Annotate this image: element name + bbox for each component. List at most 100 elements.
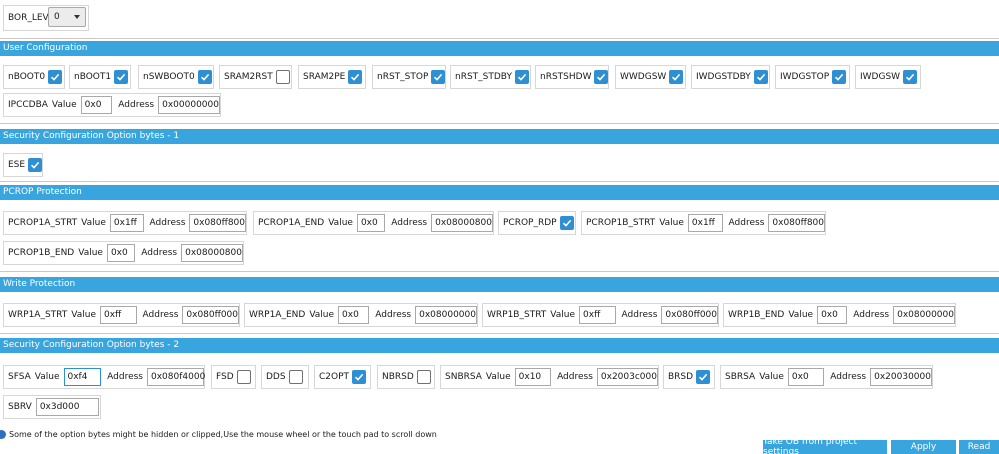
pcrop1a-end-value-input[interactable]: 0x0 (356, 214, 386, 232)
pcrop1b-end-address-input[interactable]: 0x08000800 (181, 244, 243, 262)
wrp1b-end-value-label: Value (788, 310, 814, 320)
cb-group-nrstshdw: nRSTSHDW (535, 65, 609, 89)
pcrop1a-strt-address-label: Address (149, 218, 186, 228)
nboot1-checkbox[interactable] (114, 70, 129, 84)
sfsa-address-input[interactable]: 0x080f4000 (147, 368, 205, 386)
cb-group-nboot1: nBOOT1 (69, 65, 131, 89)
check-icon (517, 73, 527, 81)
dds-checkbox[interactable] (288, 370, 303, 384)
pcrop1a-strt-value-input[interactable]: 0x1ff (109, 214, 144, 232)
sbrsa-address-input[interactable]: 0x20030000 (870, 368, 932, 386)
pcrop1b-end-group: PCROP1B_END Value 0x0 Address 0x08000800 (3, 241, 244, 265)
wrp1a-end-address-label: Address (375, 310, 412, 320)
pcrop-rdp-label: PCROP_RDP (503, 218, 557, 228)
check-icon (672, 73, 681, 81)
cb-group-wwdgsw: WWDGSW (615, 65, 686, 89)
fsd-checkbox[interactable] (236, 370, 251, 384)
pcrop1a-strt-group: PCROP1A_STRT Value 0x1ff Address 0x080ff… (3, 211, 247, 235)
check-icon (597, 73, 606, 81)
apply-button[interactable]: Apply (891, 440, 956, 454)
wrp1a-end-address-input[interactable]: 0x08000000 (415, 306, 477, 324)
info-icon (0, 430, 6, 439)
fsd-label: FSD (216, 372, 234, 382)
sbrv-group: SBRV 0x3d000 (3, 395, 101, 419)
pcrop1a-end-address-input[interactable]: 0x08000800 (431, 214, 493, 232)
cb-group-pcrop-rdp: PCROP_RDP (498, 211, 576, 235)
wwdgsw-checkbox[interactable] (669, 70, 684, 84)
divider (0, 181, 999, 182)
pcrop1b-strt-address-input[interactable]: 0x080ff800 (768, 214, 825, 232)
read-button[interactable]: Read (959, 440, 999, 454)
ipccdba-group: IPCCDBA Value 0x0 Address 0x00000000 (3, 93, 221, 117)
iwdgsw-label: IWDGSW (860, 72, 901, 82)
sbrv-input[interactable]: 0x3d000 (35, 398, 99, 416)
sfsa-group: SFSA Value 0xf4 Address 0x080f4000 (3, 365, 205, 389)
nrstshdw-checkbox[interactable] (594, 70, 608, 84)
cb-group-nrst-stop: nRST_STOP (372, 65, 446, 89)
wrp1a-end-value-label: Value (309, 310, 335, 320)
sbrsa-group: SBRSA Value 0x0 Address 0x20030000 (720, 365, 933, 389)
bor-lev-select[interactable]: 0 (48, 7, 86, 27)
ipccdba-value-label: Value (51, 100, 77, 110)
nswboot0-checkbox[interactable] (197, 70, 212, 84)
wrp1b-end-value-input[interactable]: 0x0 (817, 306, 848, 324)
wrp1a-strt-value-input[interactable]: 0xff (100, 306, 137, 324)
wrp1b-strt-value-input[interactable]: 0xff (579, 306, 616, 324)
cb-group-nbrsd: NBRSD (377, 365, 435, 389)
cb-group-nboot0: nBOOT0 (3, 65, 65, 89)
wwdgsw-label: WWDGSW (620, 72, 667, 82)
iwdgsw-checkbox[interactable] (903, 70, 918, 84)
pcrop-header: PCROP Protection (0, 185, 999, 200)
wrp1a-strt-address-input[interactable]: 0x080ff000 (182, 306, 239, 324)
c2opt-checkbox[interactable] (352, 370, 367, 384)
nrstshdw-label: nRSTSHDW (540, 72, 592, 82)
nboot0-checkbox[interactable] (48, 70, 63, 84)
cb-group-ese: ESE (3, 153, 43, 177)
ese-checkbox[interactable] (28, 158, 42, 172)
sfsa-value-input[interactable]: 0xf4 (63, 368, 102, 386)
iwdgstdby-checkbox[interactable] (753, 70, 768, 84)
wrp1b-end-label: WRP1B_END (728, 310, 785, 320)
check-icon (434, 73, 443, 81)
brsd-checkbox[interactable] (696, 370, 711, 384)
sram2rst-checkbox[interactable] (275, 70, 290, 84)
check-icon (117, 73, 126, 81)
snbrsa-address-input[interactable]: 0x2003c000 (596, 368, 658, 386)
ipccdba-address-input[interactable]: 0x00000000 (158, 96, 220, 114)
pcrop1a-strt-address-input[interactable]: 0x080ff800 (189, 214, 246, 232)
cb-group-fsd: FSD (211, 365, 256, 389)
pcrop-rdp-checkbox[interactable] (559, 216, 574, 230)
ipccdba-label: IPCCDBA (8, 100, 48, 110)
cb-group-dds: DDS (261, 365, 309, 389)
pcrop1b-strt-value-input[interactable]: 0x1ff (687, 214, 723, 232)
ipccdba-value-input[interactable]: 0x0 (80, 96, 113, 114)
sfsa-label: SFSA (8, 372, 31, 382)
wrp1b-strt-address-input[interactable]: 0x080ff000 (661, 306, 718, 324)
wrp1b-end-address-input[interactable]: 0x08000000 (893, 306, 955, 324)
wrp1a-end-label: WRP1A_END (249, 310, 306, 320)
wrp1a-end-value-input[interactable]: 0x0 (338, 306, 370, 324)
nrst-stop-checkbox[interactable] (431, 70, 445, 84)
snbrsa-value-input[interactable]: 0x10 (514, 368, 552, 386)
iwdgstop-checkbox[interactable] (832, 70, 847, 84)
cb-group-iwdgstdby: IWDGSTDBY (691, 65, 770, 89)
take-ob-from-project-button[interactable]: Take OB from project settings (763, 437, 887, 454)
sfsa-address-label: Address (107, 372, 143, 382)
sbrsa-value-input[interactable]: 0x0 (787, 368, 825, 386)
nbrsd-checkbox[interactable] (416, 370, 431, 384)
check-icon (30, 161, 40, 169)
sram2pe-checkbox[interactable] (348, 70, 363, 84)
iwdgstop-label: IWDGSTOP (780, 72, 830, 82)
wrp1b-strt-address-label: Address (621, 310, 658, 320)
cb-group-brsd: BRSD (663, 365, 715, 389)
check-icon (354, 373, 364, 381)
cb-group-nswboot0: nSWBOOT0 (138, 65, 214, 89)
pcrop1a-end-label: PCROP1A_END (258, 218, 325, 228)
pcrop1b-end-value-input[interactable]: 0x0 (106, 244, 136, 262)
sbrsa-label: SBRSA (725, 372, 756, 382)
snbrsa-address-label: Address (557, 372, 593, 382)
wrp1b-strt-group: WRP1B_STRT Value 0xff Address 0x080ff000 (482, 303, 719, 327)
check-icon (906, 73, 915, 81)
nrst-stdby-checkbox[interactable] (515, 70, 529, 84)
cb-group-c2opt: C2OPT (314, 365, 371, 389)
